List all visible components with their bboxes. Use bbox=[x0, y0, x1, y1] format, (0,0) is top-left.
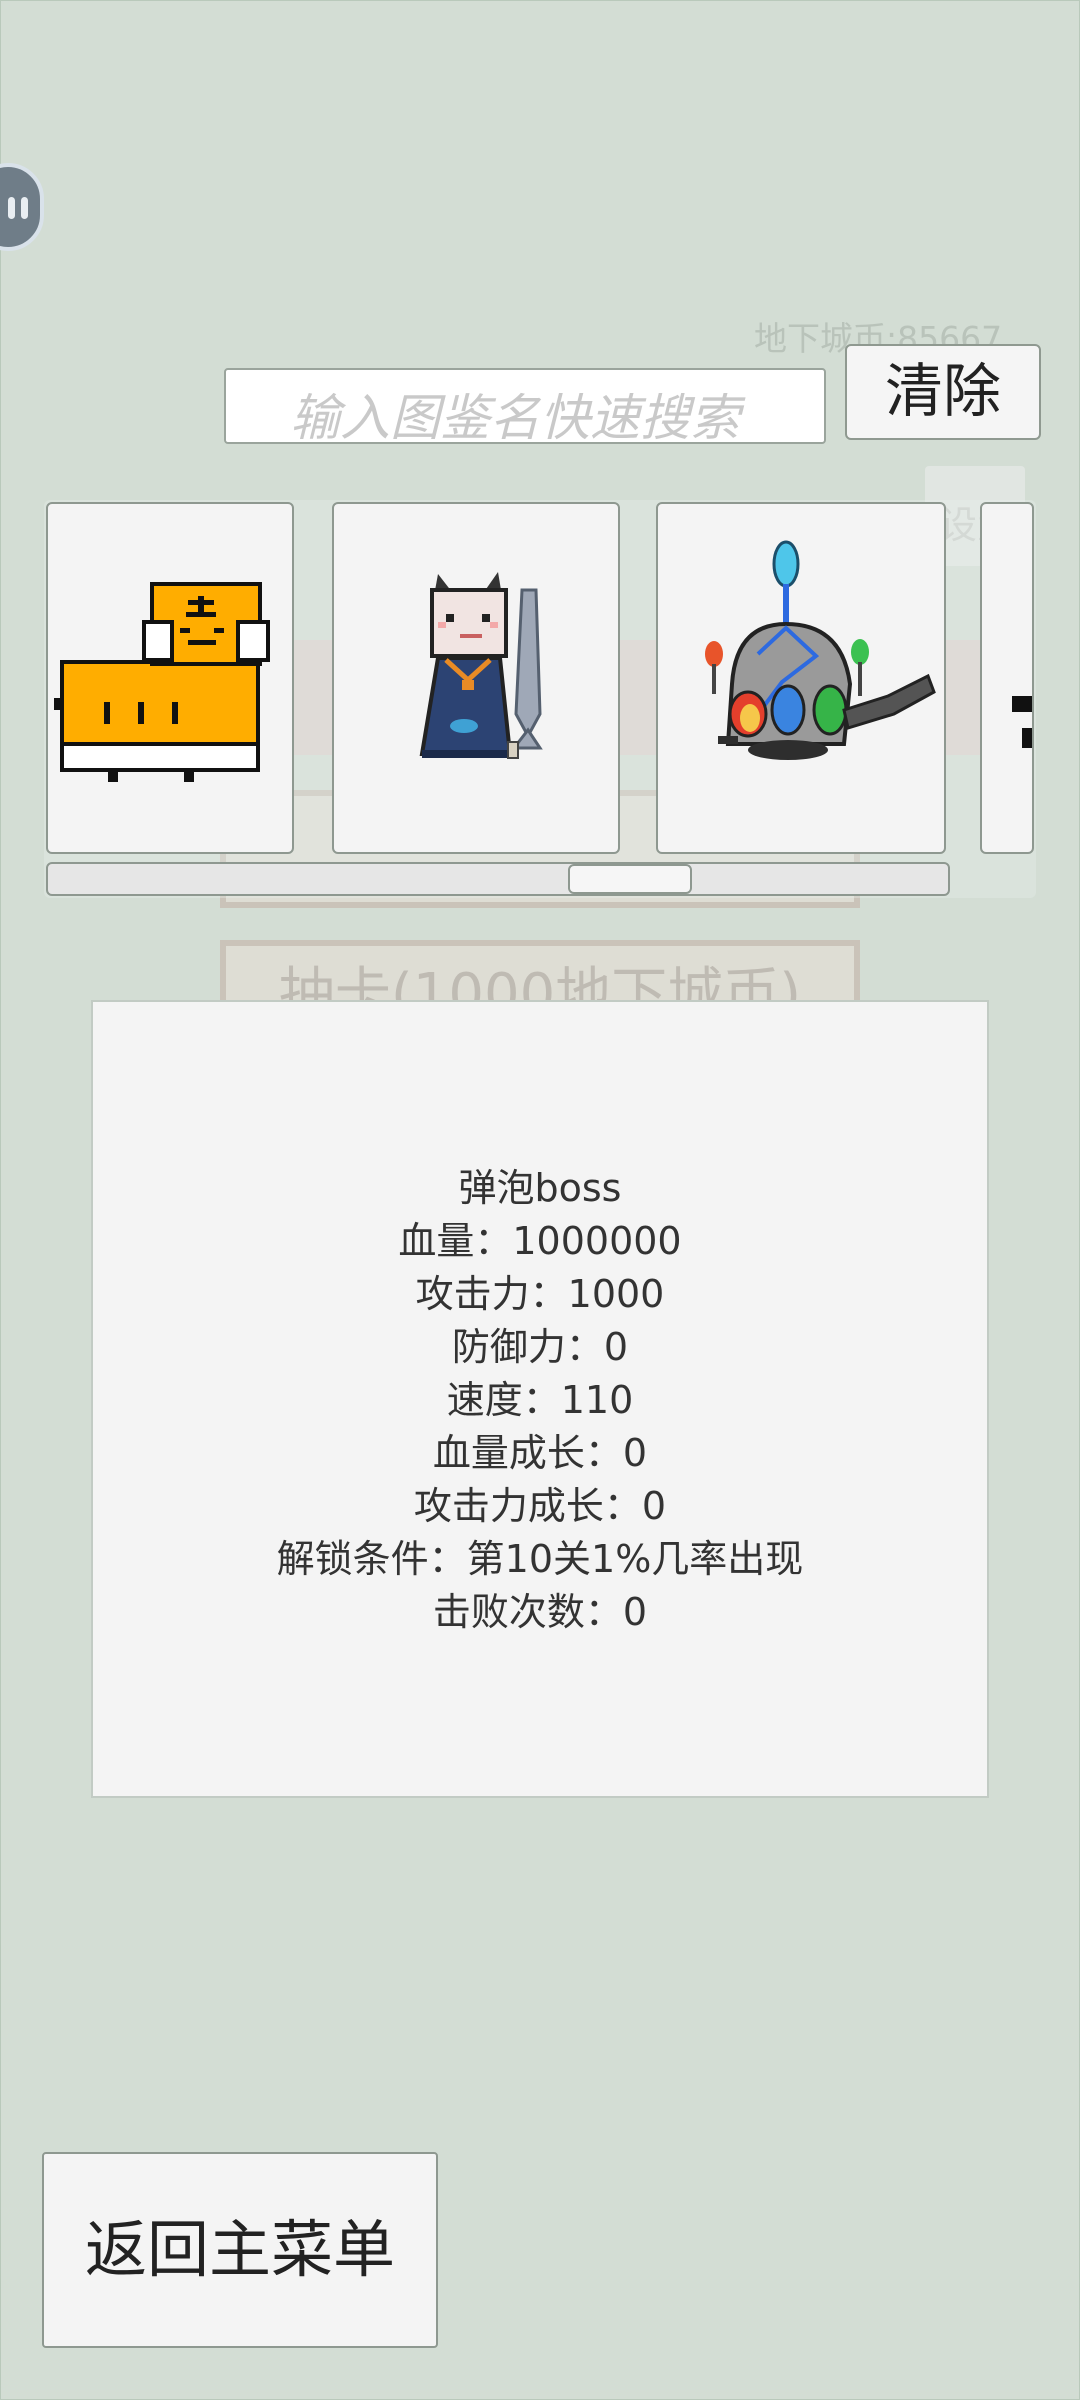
creature-unlock-condition: 解锁条件：第10关1%几率出现 bbox=[276, 1537, 804, 1581]
creature-hp: 血量：1000000 bbox=[398, 1219, 682, 1263]
creature-detail-panel: 弹泡boss 血量：1000000 攻击力：1000 防御力：0 速度：110 … bbox=[91, 1000, 989, 1798]
face-icon bbox=[6, 197, 32, 221]
creature-defense: 防御力：0 bbox=[451, 1325, 629, 1369]
creature-speed: 速度：110 bbox=[446, 1378, 634, 1422]
gallery-card[interactable] bbox=[656, 502, 946, 854]
gallery-scroll-thumb[interactable] bbox=[568, 864, 692, 894]
tiger-box-creature-icon bbox=[54, 582, 270, 782]
back-to-main-menu-button[interactable]: 返回主菜单 bbox=[42, 2152, 438, 2348]
search-input[interactable]: 输入图鉴名快速搜索 bbox=[224, 368, 826, 447]
partial-creature-icon bbox=[1012, 696, 1032, 748]
bubble-boss-creature-icon bbox=[705, 540, 936, 760]
clear-button[interactable]: 清除 bbox=[845, 344, 1041, 440]
cat-with-fish-creature-icon bbox=[419, 572, 543, 759]
search-placeholder: 输入图鉴名快速搜索 bbox=[290, 389, 740, 447]
gallery-card[interactable] bbox=[980, 502, 1034, 854]
creature-hp-growth: 血量成长：0 bbox=[432, 1431, 648, 1475]
gallery-card[interactable] bbox=[46, 502, 294, 854]
creature-name: 弹泡boss bbox=[458, 1166, 622, 1210]
creature-gallery[interactable] bbox=[44, 500, 1036, 898]
creature-defeat-count: 击败次数：0 bbox=[432, 1590, 648, 1634]
creature-attack: 攻击力：1000 bbox=[415, 1272, 665, 1316]
gallery-scrollbar[interactable] bbox=[46, 862, 950, 896]
gallery-card[interactable] bbox=[332, 502, 620, 854]
creature-attack-growth: 攻击力成长：0 bbox=[413, 1484, 667, 1528]
